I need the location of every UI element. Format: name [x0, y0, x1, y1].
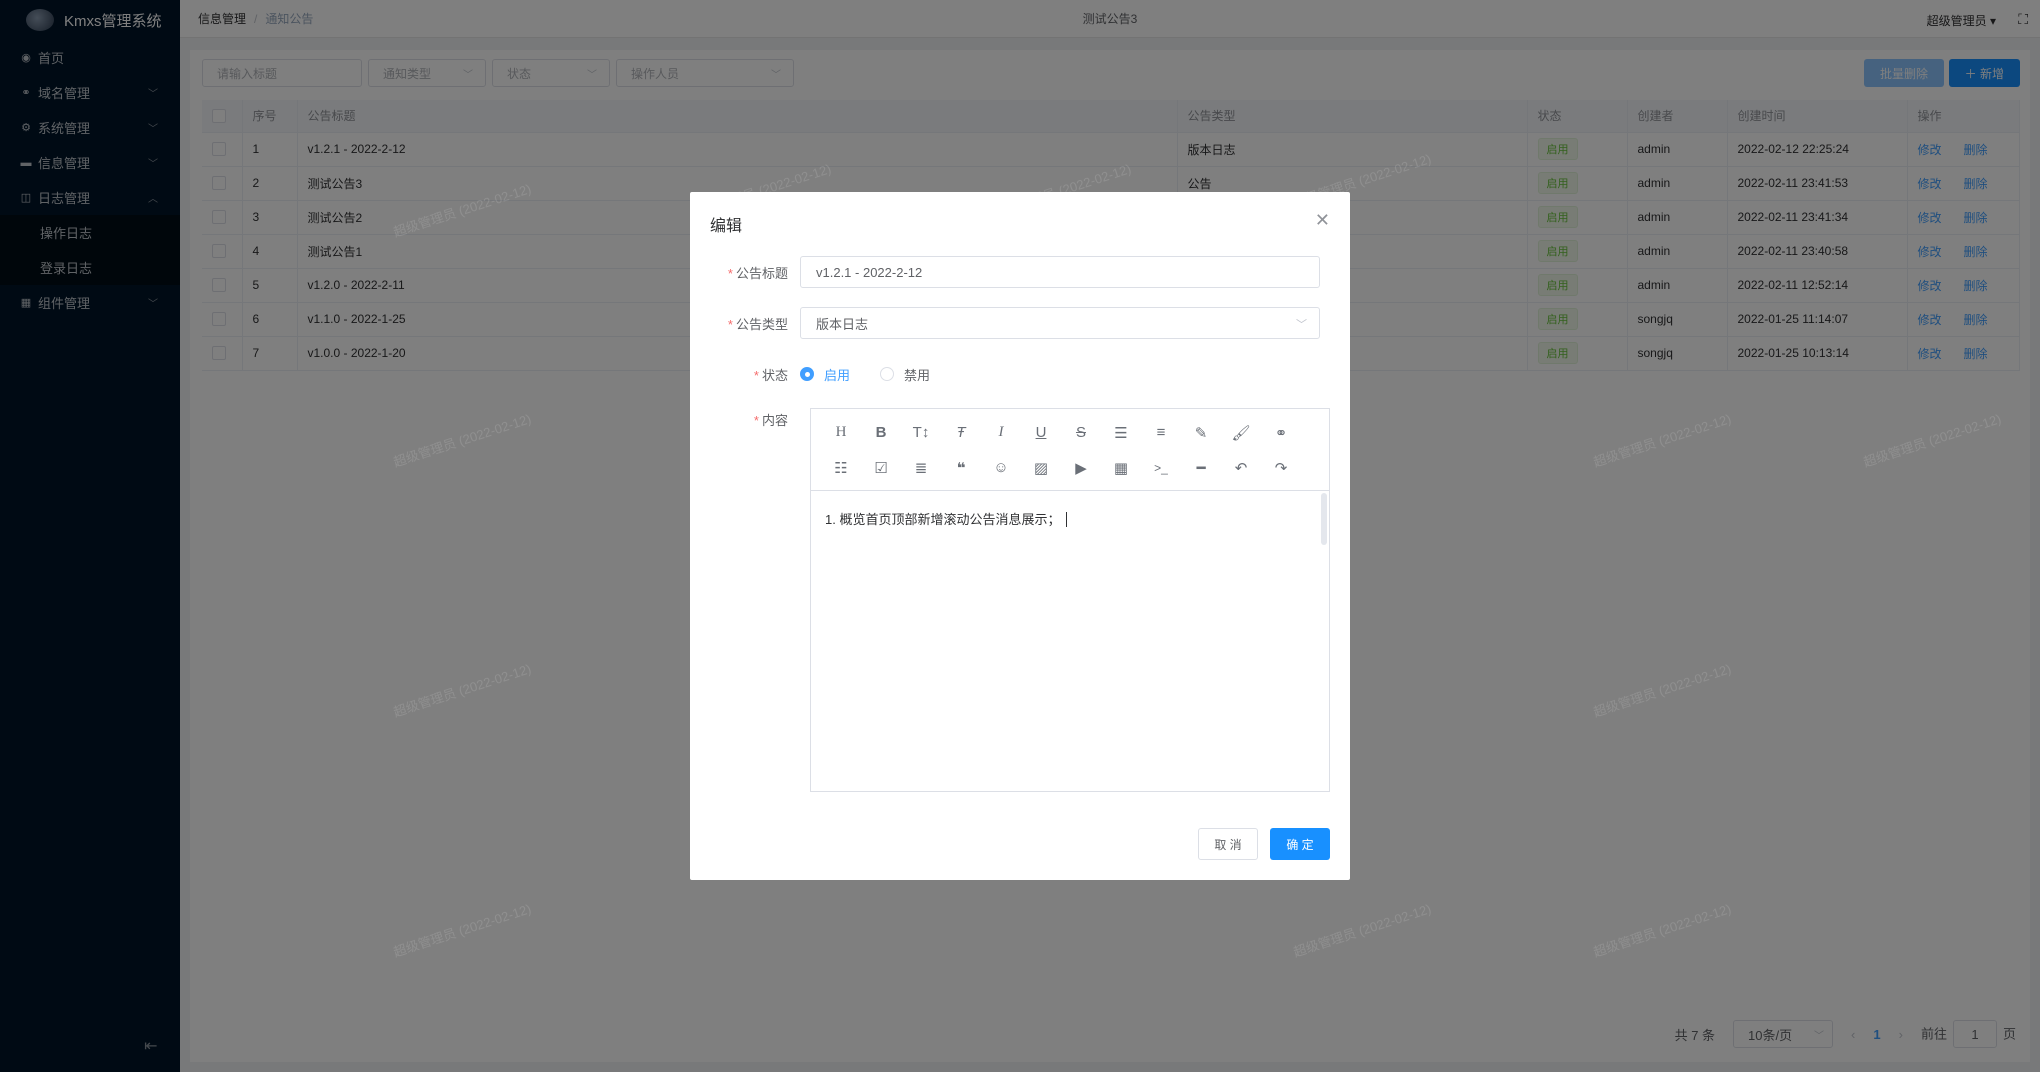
type-select[interactable]: 版本日志 ﹀ [800, 307, 1320, 339]
line-height-icon[interactable]: ≡ [1141, 415, 1181, 450]
table-icon[interactable]: ▦ [1101, 450, 1141, 485]
title-input[interactable]: v1.2.1 - 2022-2-12 [800, 256, 1320, 288]
emoji-icon[interactable]: ☺ [981, 450, 1021, 485]
strikethrough-icon[interactable]: S [1061, 415, 1101, 450]
watermark: 超级管理员 (2022-02-12) [391, 901, 533, 960]
editor-toolbar: H B T↕ Ŧ I U S ☰ ≡ ✎ 🖌 ⚭ ☷ ☑ ≣ ❝ ☺ ▨ ▶ ▦… [811, 409, 1329, 491]
indent-icon[interactable]: ☰ [1101, 415, 1141, 450]
watermark: 超级管理员 (2022-02-12) [1861, 411, 2003, 470]
image-icon[interactable]: ▨ [1021, 450, 1061, 485]
video-icon[interactable]: ▶ [1061, 450, 1101, 485]
background-color-icon[interactable]: 🖌 [1221, 415, 1261, 450]
divider-icon[interactable]: ━ [1181, 450, 1221, 485]
todo-icon[interactable]: ☑ [861, 450, 901, 485]
heading-icon[interactable]: H [821, 415, 861, 450]
watermark: 超级管理员 (2022-02-12) [1291, 901, 1433, 960]
watermark: 超级管理员 (2022-02-12) [391, 411, 533, 470]
quote-icon[interactable]: ❝ [941, 450, 981, 485]
link-icon[interactable]: ⚭ [1261, 415, 1301, 450]
editor-scrollbar[interactable] [1321, 493, 1327, 545]
dialog-title: 编辑 [710, 218, 743, 235]
rich-text-editor: H B T↕ Ŧ I U S ☰ ≡ ✎ 🖌 ⚭ ☷ ☑ ≣ ❝ ☺ ▨ ▶ ▦… [810, 408, 1330, 792]
list-icon[interactable]: ☷ [821, 450, 861, 485]
watermark: 超级管理员 (2022-02-12) [391, 181, 533, 240]
italic-icon[interactable]: I [981, 415, 1021, 450]
edit-dialog: 编辑 ✕ * 公告标题 v1.2.1 - 2022-2-12 * 公告类型 版本日志… [690, 192, 1350, 880]
font-family-icon[interactable]: Ŧ [941, 415, 981, 450]
required-mark: * [753, 413, 759, 428]
radio-unchecked-icon [880, 367, 895, 381]
status-radio-disabled[interactable]: 禁用 [880, 365, 930, 384]
watermark: 超级管理员 (2022-02-12) [1591, 901, 1733, 960]
underline-icon[interactable]: U [1021, 415, 1061, 450]
type-row: * 公告类型 版本日志 ﹀ [690, 307, 1350, 339]
required-mark: * [753, 367, 759, 383]
cancel-button[interactable]: 取 消 [1198, 828, 1258, 860]
chevron-down-icon: ﹀ [1296, 319, 1307, 331]
redo-icon[interactable]: ↷ [1261, 450, 1301, 485]
watermark: 超级管理员 (2022-02-12) [1591, 411, 1733, 470]
title-row: * 公告标题 v1.2.1 - 2022-2-12 [690, 256, 1350, 288]
text-cursor [1066, 512, 1072, 527]
status-row: * 状态 启用 禁用 [690, 358, 1350, 390]
font-size-icon[interactable]: T↕ [901, 415, 941, 450]
align-icon[interactable]: ≣ [901, 450, 941, 485]
status-label: * 状态 [753, 367, 788, 383]
required-mark: * [727, 316, 733, 332]
radio-checked-icon [800, 367, 814, 381]
confirm-button[interactable]: 确 定 [1270, 828, 1330, 860]
status-radio-enabled[interactable]: 启用 [800, 365, 850, 384]
watermark: 超级管理员 (2022-02-12) [391, 661, 533, 720]
title-label: * 公告标题 [727, 265, 788, 281]
code-icon[interactable]: >_ [1141, 450, 1181, 485]
content-label: * 内容 [753, 413, 788, 428]
bold-icon[interactable]: B [861, 415, 901, 450]
font-color-icon[interactable]: ✎ [1181, 415, 1221, 450]
close-icon[interactable]: ✕ [1315, 210, 1330, 231]
required-mark: * [727, 265, 733, 281]
watermark: 超级管理员 (2022-02-12) [1591, 661, 1733, 720]
editor-content[interactable]: 1. 概览首页顶部新增滚动公告消息展示； [811, 491, 1329, 546]
type-label: * 公告类型 [727, 316, 788, 332]
undo-icon[interactable]: ↶ [1221, 450, 1261, 485]
